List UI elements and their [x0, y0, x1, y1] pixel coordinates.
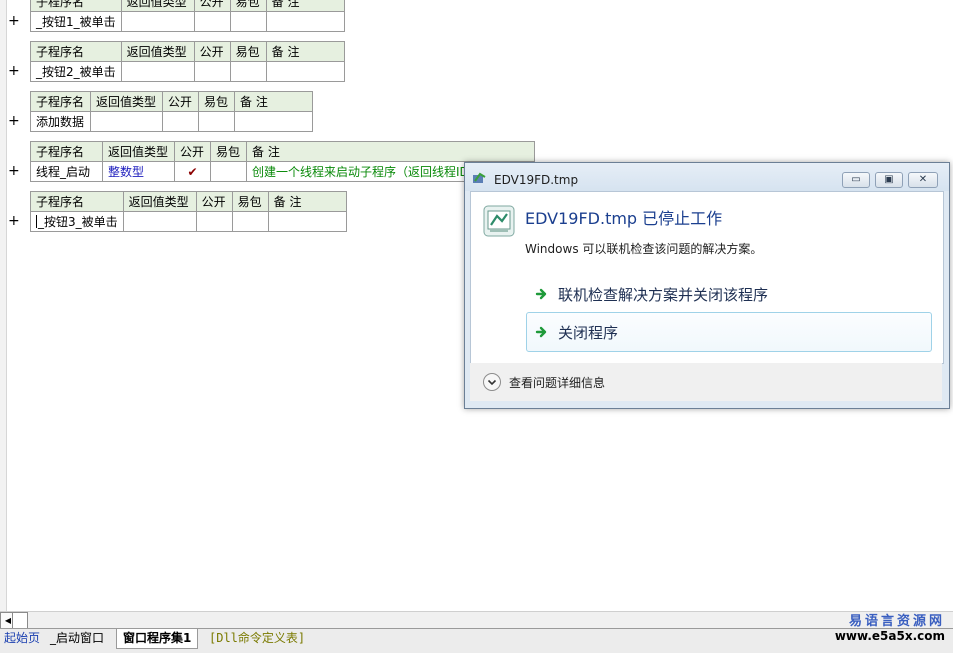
header-easy-pkg: 易包 — [229, 41, 267, 62]
minimize-icon: ▭ — [851, 174, 861, 185]
main-instruction: EDV19FD.tmp 已停止工作 — [525, 209, 723, 228]
expand-toggle[interactable]: + — [8, 64, 20, 78]
tab-start-page[interactable]: 起始页 — [0, 629, 46, 648]
scroll-thumb[interactable] — [12, 612, 28, 629]
tab-startup-window[interactable]: _启动窗口 — [44, 629, 110, 648]
app-icon — [473, 172, 486, 183]
header-remark: 备 注 — [246, 141, 535, 162]
header-remark: 备 注 — [265, 41, 345, 62]
return-type-cell[interactable] — [122, 211, 197, 232]
green-arrow-icon — [535, 288, 547, 300]
editor-left-margin — [0, 0, 7, 612]
brand-url: www.e5a5x.com — [834, 629, 945, 643]
remark-cell[interactable] — [265, 61, 345, 82]
app-crash-dialog: EDV19FD.tmp ▭ ▣ ✕ EDV19FD.tmp 已停止工作 Wind… — [464, 162, 950, 409]
close-program-button[interactable]: 关闭程序 — [526, 312, 932, 352]
view-problem-details-link[interactable]: 查看问题详细信息 — [509, 374, 605, 391]
remark-cell[interactable] — [265, 11, 345, 32]
public-cell[interactable] — [193, 61, 231, 82]
header-easy-pkg: 易包 — [210, 141, 247, 162]
check-online-solution-label: 联机检查解决方案并关闭该程序 — [558, 286, 769, 304]
horizontal-scrollbar[interactable]: ◀ — [0, 611, 953, 629]
header-public: 公开 — [193, 41, 231, 62]
site-watermark: 易语言资源网 www.e5a5x.com — [835, 614, 945, 644]
program-icon — [483, 205, 515, 237]
easy-pkg-cell[interactable] — [229, 61, 267, 82]
dialog-footer: 查看问题详细信息 — [470, 363, 942, 401]
public-checkmark[interactable]: ✔ — [174, 161, 211, 182]
subroutine-table: 子程序名 返回值类型 公开 易包 备 注 _按钮3_被单击 — [30, 191, 347, 232]
header-remark: 备 注 — [267, 191, 347, 212]
subroutine-table: 子程序名 返回值类型 公开 易包 备 注 _按钮2_被单击 — [30, 41, 345, 82]
minimize-button[interactable]: ▭ — [842, 172, 870, 188]
subroutine-name-cell[interactable]: _按钮2_被单击 — [30, 61, 122, 82]
maximize-button[interactable]: ▣ — [875, 172, 903, 188]
easy-pkg-cell[interactable] — [210, 161, 247, 182]
header-remark: 备 注 — [265, 0, 345, 12]
close-program-label: 关闭程序 — [558, 324, 619, 342]
header-public: 公开 — [193, 0, 231, 12]
subroutine-name-cell[interactable]: _按钮3_被单击 — [30, 211, 124, 232]
expand-toggle[interactable]: + — [8, 214, 20, 228]
subroutine-name-cell[interactable]: _按钮1_被单击 — [30, 11, 122, 32]
chevron-down-icon[interactable] — [483, 373, 501, 391]
header-public: 公开 — [195, 191, 233, 212]
return-type-cell[interactable]: 整数型 — [102, 161, 175, 182]
public-cell[interactable] — [195, 211, 233, 232]
easy-pkg-cell[interactable] — [231, 211, 269, 232]
subroutine-name-text: _按钮3_被单击 — [38, 215, 118, 229]
return-type-cell[interactable] — [120, 61, 195, 82]
header-return-type: 返回值类型 — [90, 91, 163, 112]
public-cell[interactable] — [193, 11, 231, 32]
text-caret — [36, 215, 37, 228]
subroutine-name-cell[interactable]: 线程_启动 — [30, 161, 103, 182]
green-arrow-icon — [535, 326, 547, 338]
easy-pkg-cell[interactable] — [229, 11, 267, 32]
check-online-solution-button[interactable]: 联机检查解决方案并关闭该程序 — [526, 274, 932, 314]
header-public: 公开 — [174, 141, 211, 162]
dialog-content-text: Windows 可以联机检查该问题的解决方案。 — [525, 242, 763, 256]
dialog-titlebar[interactable]: EDV19FD.tmp ▭ ▣ ✕ — [465, 163, 949, 191]
subroutine-name-cell[interactable]: 添加数据 — [30, 111, 91, 132]
expand-toggle[interactable]: + — [8, 14, 20, 28]
remark-cell[interactable] — [267, 211, 347, 232]
return-type-cell[interactable] — [90, 111, 163, 132]
header-name: 子程序名 — [30, 41, 122, 62]
expand-toggle[interactable]: + — [8, 164, 20, 178]
header-return-type: 返回值类型 — [102, 141, 175, 162]
dialog-title: EDV19FD.tmp — [494, 173, 579, 187]
tab-dll-table[interactable]: [Dll命令定义表] — [203, 629, 311, 648]
subroutine-table: 子程序名 返回值类型 公开 易包 备 注 _按钮1_被单击 — [30, 0, 345, 32]
header-public: 公开 — [162, 91, 199, 112]
close-icon: ✕ — [918, 174, 928, 185]
header-easy-pkg: 易包 — [198, 91, 235, 112]
subroutine-table: 子程序名 返回值类型 公开 易包 备 注 线程_启动 整数型 ✔ 创建一个线程来… — [30, 141, 535, 182]
header-return-type: 返回值类型 — [120, 0, 195, 12]
remark-cell[interactable] — [234, 111, 313, 132]
header-name: 子程序名 — [30, 0, 122, 12]
close-button[interactable]: ✕ — [908, 172, 938, 188]
header-name: 子程序名 — [30, 191, 124, 212]
tab-window-program-set[interactable]: 窗口程序集1 — [116, 629, 199, 649]
maximize-icon: ▣ — [884, 174, 894, 185]
header-name: 子程序名 — [30, 141, 103, 162]
header-return-type: 返回值类型 — [122, 191, 197, 212]
header-remark: 备 注 — [234, 91, 313, 112]
expand-toggle[interactable]: + — [8, 114, 20, 128]
subroutine-table: 子程序名 返回值类型 公开 易包 备 注 添加数据 — [30, 91, 313, 132]
header-name: 子程序名 — [30, 91, 91, 112]
brand-name: 易语言资源网 — [848, 614, 945, 629]
document-tab-bar: 起始页 _启动窗口 窗口程序集1 [Dll命令定义表] — [0, 628, 953, 653]
easy-pkg-cell[interactable] — [198, 111, 235, 132]
return-type-cell[interactable] — [120, 11, 195, 32]
dialog-body: EDV19FD.tmp 已停止工作 Windows 可以联机检查该问题的解决方案… — [470, 191, 944, 364]
header-easy-pkg: 易包 — [229, 0, 267, 12]
public-cell[interactable] — [162, 111, 199, 132]
header-return-type: 返回值类型 — [120, 41, 195, 62]
header-easy-pkg: 易包 — [231, 191, 269, 212]
